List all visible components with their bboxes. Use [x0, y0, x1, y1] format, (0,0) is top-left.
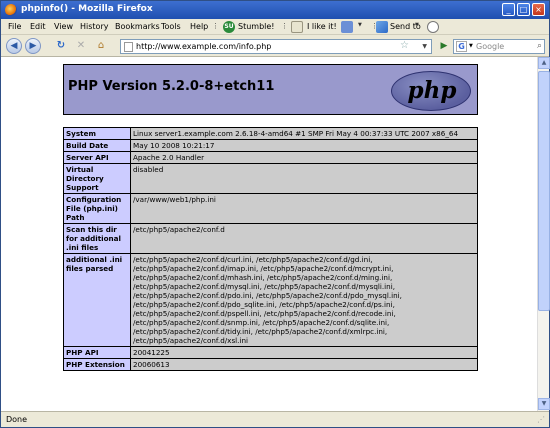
close-button[interactable]: × [532, 3, 545, 16]
reload-icon[interactable]: ↻ [55, 40, 67, 52]
info-value: May 10 2008 10:21:17 [130, 139, 478, 152]
info-table: System Linux server1.example.com 2.6.18-4… [63, 127, 478, 371]
url-bar[interactable]: http://www.example.com/info.php ☆ ▼ [120, 39, 432, 54]
comment-icon[interactable] [427, 21, 439, 33]
info-value: 20060613 [130, 358, 478, 371]
table-row: PHP Extension 20060613 [63, 358, 478, 371]
toolbar-separator: ⋮ [281, 22, 288, 30]
info-key: PHP Extension [63, 358, 131, 371]
info-value: 20041225 [130, 346, 478, 359]
menu-bar: File Edit View History Bookmarks Tools H… [1, 19, 549, 35]
resize-grip-icon[interactable]: ⋰ [537, 415, 547, 425]
chevron-down-icon[interactable]: ▼ [358, 22, 362, 28]
php-header: PHP Version 5.2.0-8+etch11 php [63, 64, 478, 115]
go-icon[interactable]: ▶ [436, 39, 452, 54]
php-logo-text: php [407, 77, 457, 104]
info-value: /etc/php5/apache2/conf.d/curl.ini, /etc/… [130, 253, 478, 347]
vertical-scrollbar[interactable]: ▲ ▼ [537, 57, 550, 411]
table-row: Virtual Directory Support disabled [63, 163, 478, 194]
thumbs-up-icon[interactable] [291, 21, 303, 33]
info-key: additional .ini files parsed [63, 253, 131, 347]
menu-help[interactable]: Help [190, 22, 208, 31]
firefox-icon [5, 4, 17, 16]
menu-bookmarks[interactable]: Bookmarks [115, 22, 160, 31]
info-value: Linux server1.example.com 2.6.18-4-amd64… [130, 127, 478, 140]
scroll-down-icon[interactable]: ▼ [538, 398, 550, 410]
table-row: Server API Apache 2.0 Handler [63, 151, 478, 164]
search-icon[interactable]: ⌕ [537, 41, 542, 51]
table-row: System Linux server1.example.com 2.6.18-4… [63, 127, 478, 140]
menu-edit[interactable]: Edit [30, 22, 46, 31]
menu-file[interactable]: File [8, 22, 21, 31]
browser-window: phpinfo() - Mozilla Firefox _ □ × File E… [0, 0, 550, 428]
table-row: PHP API 20041225 [63, 346, 478, 359]
php-logo[interactable]: php [391, 71, 471, 111]
forward-icon[interactable]: ▶ [25, 38, 41, 54]
table-row: Scan this dir for additional .ini files /… [63, 223, 478, 254]
scroll-up-icon[interactable]: ▲ [538, 57, 550, 69]
minimize-button[interactable]: _ [502, 3, 515, 16]
page-icon [124, 42, 133, 52]
table-row: additional .ini files parsed/etc/php5/ap… [63, 253, 478, 347]
info-value: /etc/php5/apache2/conf.d [130, 223, 478, 254]
status-text: Done [6, 415, 28, 424]
scrollbar-thumb[interactable] [538, 71, 550, 311]
menu-tools[interactable]: Tools [161, 22, 181, 31]
info-key: PHP API [63, 346, 131, 359]
url-text[interactable]: http://www.example.com/info.php [136, 42, 271, 51]
table-row: Build Date May 10 2008 10:21:17 [63, 139, 478, 152]
page-title: PHP Version 5.2.0-8+etch11 [68, 79, 275, 94]
stumble-button[interactable]: Stumble! [238, 22, 275, 31]
menu-view[interactable]: View [54, 22, 73, 31]
info-value: /var/www/web1/php.ini [130, 193, 478, 224]
maximize-button[interactable]: □ [517, 3, 530, 16]
info-key: Server API [63, 151, 131, 164]
info-key: Scan this dir for additional .ini files [63, 223, 131, 254]
info-key: System [63, 127, 131, 140]
title-bar[interactable]: phpinfo() - Mozilla Firefox _ □ × [1, 1, 549, 19]
stop-icon[interactable]: ✕ [75, 40, 87, 52]
chevron-down-icon[interactable]: ▼ [422, 43, 427, 50]
info-value: disabled [130, 163, 478, 194]
info-key: Build Date [63, 139, 131, 152]
navigation-toolbar: ◀ ▶ ↻ ✕ ⌂ http://www.example.com/info.ph… [1, 35, 549, 57]
stumble-icon[interactable]: SU [223, 21, 235, 33]
info-key: Virtual Directory Support [63, 163, 131, 194]
thumbs-down-icon[interactable] [341, 21, 353, 33]
page-content: PHP Version 5.2.0-8+etch11 php System Lin… [1, 57, 537, 411]
chevron-down-icon[interactable]: ▼ [469, 43, 473, 49]
google-icon[interactable]: G [456, 41, 467, 52]
search-bar[interactable]: G ▼ Google ⌕ [453, 39, 545, 54]
table-row: Configuration File (php.ini) Path/var/ww… [63, 193, 478, 224]
send-to-icon[interactable] [376, 21, 388, 33]
like-button[interactable]: I like it! [307, 22, 337, 31]
bookmark-star-icon[interactable]: ☆ [400, 40, 409, 51]
info-value: Apache 2.0 Handler [130, 151, 478, 164]
toolbar-separator: ⋮ [212, 22, 219, 30]
info-key: Configuration File (php.ini) Path [63, 193, 131, 224]
menu-history[interactable]: History [80, 22, 108, 31]
status-bar: Done ⋰ [1, 411, 549, 427]
window-title: phpinfo() - Mozilla Firefox [21, 4, 153, 14]
search-input[interactable]: Google [476, 42, 504, 51]
back-icon[interactable]: ◀ [6, 38, 22, 54]
chevron-down-icon[interactable]: ▼ [415, 22, 419, 28]
info-table-body: System Linux server1.example.com 2.6.18-4… [63, 127, 478, 371]
home-icon[interactable]: ⌂ [95, 40, 107, 52]
